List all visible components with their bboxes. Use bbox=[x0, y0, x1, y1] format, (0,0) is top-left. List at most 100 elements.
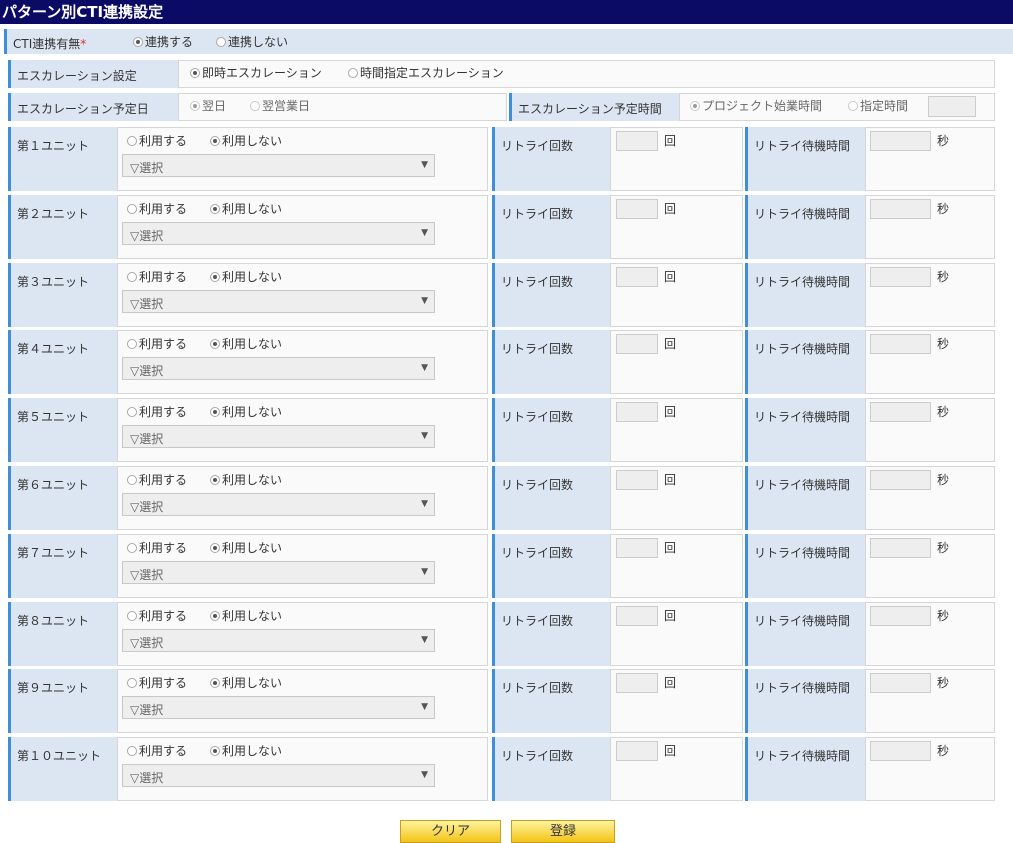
escalation-option-immediate[interactable]: 即時エスカレーション bbox=[190, 64, 322, 81]
escalation-time-option-project[interactable]: プロジェクト始業時間 bbox=[690, 97, 822, 114]
escalation-immediate-radio[interactable] bbox=[190, 68, 200, 78]
cti-option-connect[interactable]: 連携する bbox=[133, 33, 193, 50]
unit-use-radio[interactable] bbox=[127, 611, 137, 621]
retry-wait-input[interactable] bbox=[870, 334, 931, 354]
escalation-option-timed[interactable]: 時間指定エスカレーション bbox=[348, 64, 504, 81]
retry-count-input[interactable] bbox=[616, 741, 658, 761]
unit-nouse-option[interactable]: 利用しない bbox=[210, 132, 282, 149]
unit-use-radio[interactable] bbox=[127, 475, 137, 485]
unit-nouse-radio[interactable] bbox=[210, 746, 220, 756]
unit-use-option[interactable]: 利用する bbox=[127, 268, 187, 285]
unit-nouse-radio[interactable] bbox=[210, 611, 220, 621]
unit-select[interactable]: ▽選択 ▼ bbox=[122, 290, 435, 313]
retry-count-input[interactable] bbox=[616, 267, 658, 287]
unit-use-radio[interactable] bbox=[127, 272, 137, 282]
unit-label: 第４ユニット bbox=[8, 330, 117, 394]
retry-count-input[interactable] bbox=[616, 199, 658, 219]
unit-select[interactable]: ▽選択 ▼ bbox=[122, 629, 435, 652]
unit-nouse-radio[interactable] bbox=[210, 678, 220, 688]
unit-use-radio[interactable] bbox=[127, 407, 137, 417]
escalation-timed-radio[interactable] bbox=[348, 68, 358, 78]
unit-nouse-option[interactable]: 利用しない bbox=[210, 742, 282, 759]
unit-select[interactable]: ▽選択 ▼ bbox=[122, 493, 435, 516]
specified-time-input[interactable] bbox=[928, 96, 976, 117]
retry-wait-input[interactable] bbox=[870, 741, 931, 761]
required-mark: * bbox=[80, 37, 87, 51]
unit-use-radio[interactable] bbox=[127, 136, 137, 146]
retry-wait-unit: 秒 bbox=[937, 744, 950, 758]
cti-option-disconnect[interactable]: 連携しない bbox=[216, 33, 288, 50]
unit-use-option[interactable]: 利用する bbox=[127, 403, 187, 420]
escalation-time-label: エスカレーション予定時間 bbox=[509, 93, 679, 121]
retry-count-input[interactable] bbox=[616, 606, 658, 626]
unit-nouse-radio[interactable] bbox=[210, 407, 220, 417]
unit-use-radio[interactable] bbox=[127, 204, 137, 214]
retry-wait-input[interactable] bbox=[870, 673, 931, 693]
cti-disconnect-radio[interactable] bbox=[216, 37, 226, 47]
retry-count-input[interactable] bbox=[616, 334, 658, 354]
retry-wait-input[interactable] bbox=[870, 131, 931, 151]
retry-count-input[interactable] bbox=[616, 673, 658, 693]
unit-label: 第６ユニット bbox=[8, 466, 117, 530]
unit-use-radio[interactable] bbox=[127, 746, 137, 756]
unit-nouse-radio[interactable] bbox=[210, 136, 220, 146]
retry-wait-input[interactable] bbox=[870, 267, 931, 287]
retry-wait-label: リトライ待機時間 bbox=[745, 669, 865, 733]
unit-use-option[interactable]: 利用する bbox=[127, 674, 187, 691]
unit-use-radio[interactable] bbox=[127, 339, 137, 349]
retry-count-input[interactable] bbox=[616, 402, 658, 422]
unit-select[interactable]: ▽選択 ▼ bbox=[122, 154, 435, 177]
unit-nouse-radio[interactable] bbox=[210, 475, 220, 485]
unit-use-option[interactable]: 利用する bbox=[127, 200, 187, 217]
retry-wait-input[interactable] bbox=[870, 470, 931, 490]
unit-nouse-option[interactable]: 利用しない bbox=[210, 200, 282, 217]
unit-label: 第１ユニット bbox=[8, 127, 117, 191]
unit-nouse-radio[interactable] bbox=[210, 204, 220, 214]
unit-select[interactable]: ▽選択 ▼ bbox=[122, 696, 435, 719]
unit-nouse-option[interactable]: 利用しない bbox=[210, 335, 282, 352]
unit-select[interactable]: ▽選択 ▼ bbox=[122, 222, 435, 245]
retry-wait-input[interactable] bbox=[870, 402, 931, 422]
unit-name: 第６ユニット bbox=[17, 478, 90, 492]
retry-count-label-text: リトライ回数 bbox=[501, 410, 574, 424]
unit-select[interactable]: ▽選択 ▼ bbox=[122, 357, 435, 380]
unit-use-option[interactable]: 利用する bbox=[127, 539, 187, 556]
nextday-radio[interactable] bbox=[190, 101, 200, 111]
retry-wait-input[interactable] bbox=[870, 538, 931, 558]
unit-nouse-option[interactable]: 利用しない bbox=[210, 403, 282, 420]
unit-select[interactable]: ▽選択 ▼ bbox=[122, 764, 435, 787]
retry-wait-input[interactable] bbox=[870, 606, 931, 626]
unit-use-option[interactable]: 利用する bbox=[127, 335, 187, 352]
unit-use-option[interactable]: 利用する bbox=[127, 132, 187, 149]
clear-button[interactable]: クリア bbox=[400, 820, 501, 843]
register-button[interactable]: 登録 bbox=[511, 820, 615, 843]
specified-time-radio[interactable] bbox=[848, 101, 858, 111]
unit-nouse-radio[interactable] bbox=[210, 543, 220, 553]
retry-wait-label: リトライ待機時間 bbox=[745, 330, 865, 394]
retry-wait-input[interactable] bbox=[870, 199, 931, 219]
escalation-date-option-nextday[interactable]: 翌日 bbox=[190, 97, 226, 114]
unit-nouse-option[interactable]: 利用しない bbox=[210, 607, 282, 624]
unit-nouse-radio[interactable] bbox=[210, 272, 220, 282]
unit-use-option[interactable]: 利用する bbox=[127, 742, 187, 759]
unit-use-radio[interactable] bbox=[127, 678, 137, 688]
unit-use-option[interactable]: 利用する bbox=[127, 471, 187, 488]
unit-nouse-option[interactable]: 利用しない bbox=[210, 674, 282, 691]
unit-name: 第９ユニット bbox=[17, 681, 90, 695]
unit-select[interactable]: ▽選択 ▼ bbox=[122, 425, 435, 448]
project-start-radio[interactable] bbox=[690, 101, 700, 111]
unit-nouse-option[interactable]: 利用しない bbox=[210, 471, 282, 488]
escalation-date-option-nextbizday[interactable]: 翌営業日 bbox=[250, 97, 310, 114]
unit-nouse-option[interactable]: 利用しない bbox=[210, 268, 282, 285]
unit-select[interactable]: ▽選択 ▼ bbox=[122, 561, 435, 584]
unit-use-option[interactable]: 利用する bbox=[127, 607, 187, 624]
unit-nouse-radio[interactable] bbox=[210, 339, 220, 349]
retry-count-input[interactable] bbox=[616, 470, 658, 490]
escalation-time-option-specified[interactable]: 指定時間 bbox=[848, 97, 908, 114]
retry-count-input[interactable] bbox=[616, 131, 658, 151]
unit-nouse-option[interactable]: 利用しない bbox=[210, 539, 282, 556]
retry-count-input[interactable] bbox=[616, 538, 658, 558]
unit-use-radio[interactable] bbox=[127, 543, 137, 553]
nextbizday-radio[interactable] bbox=[250, 101, 260, 111]
cti-connect-radio[interactable] bbox=[133, 37, 143, 47]
